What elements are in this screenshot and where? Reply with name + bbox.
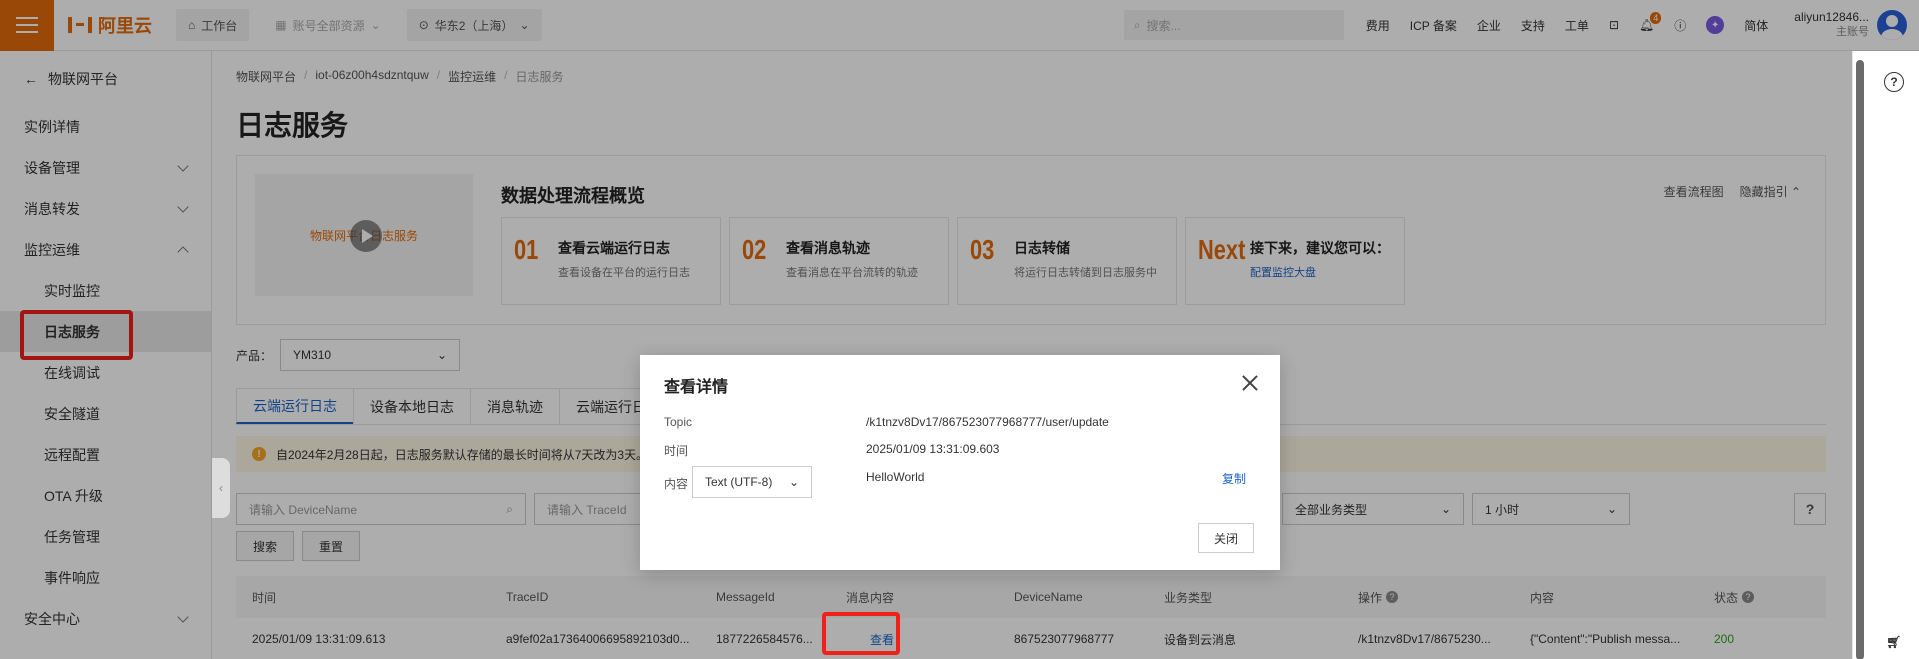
- encoding-select[interactable]: Text (UTF-8) ⌄: [692, 466, 812, 498]
- encoding-value: Text (UTF-8): [705, 475, 773, 489]
- time-label: 时间: [664, 444, 689, 458]
- close-icon[interactable]: [1242, 375, 1258, 391]
- modal-overlay-top: [0, 0, 1919, 51]
- copy-link[interactable]: 复制: [1222, 470, 1246, 487]
- dialog-title: 查看详情: [664, 379, 729, 396]
- help-circle-icon[interactable]: ?: [1884, 72, 1904, 92]
- content-label: 内容: [664, 477, 689, 491]
- detail-dialog: 查看详情 Topic /k1tnzv8Dv17/867523077968777/…: [640, 355, 1280, 570]
- cart-icon[interactable]: 🛒︎: [1884, 632, 1904, 652]
- scrollbar[interactable]: [1856, 60, 1864, 659]
- chevron-left-icon: ‹: [219, 481, 223, 495]
- close-button[interactable]: 关闭: [1198, 523, 1254, 553]
- modal-overlay-sidebar: [0, 51, 212, 659]
- topic-label: Topic: [664, 415, 693, 429]
- sidebar-collapse-handle[interactable]: ‹: [212, 458, 230, 518]
- topic-value: /k1tnzv8Dv17/867523077968777/user/update: [866, 415, 1109, 429]
- content-value: HelloWorld: [866, 470, 925, 484]
- chevron-down-icon: ⌄: [788, 475, 799, 489]
- highlight-box-view-link: [822, 612, 900, 655]
- time-value: 2025/01/09 13:31:09.603: [866, 442, 1000, 456]
